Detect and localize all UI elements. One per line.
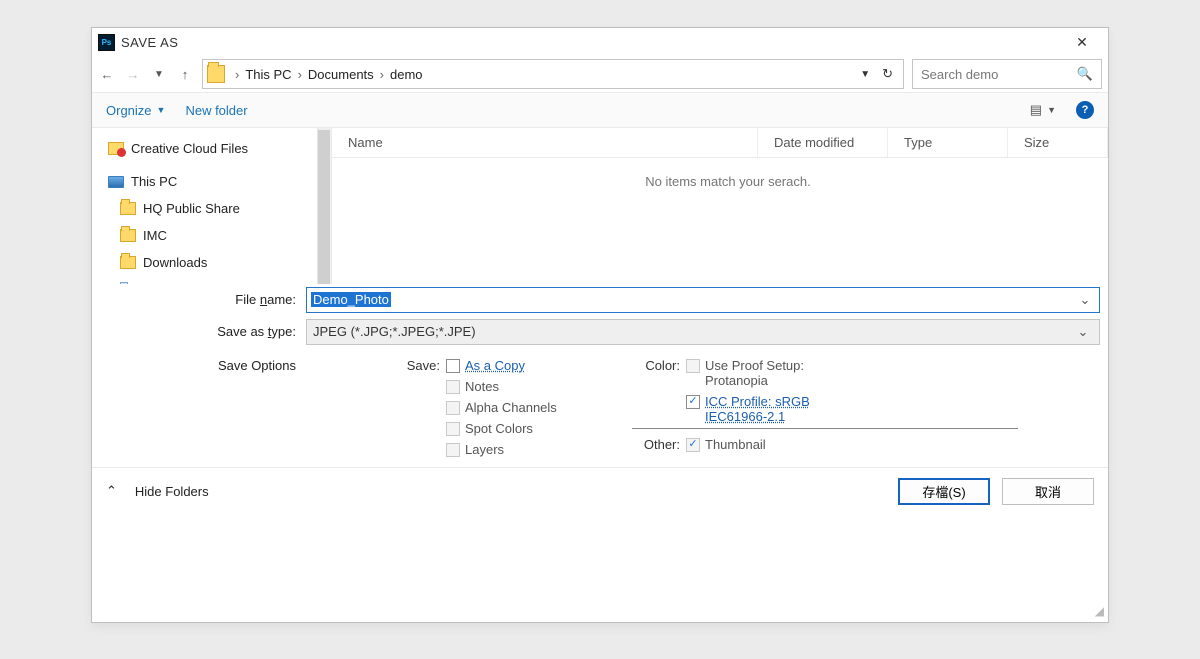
organize-button[interactable]: Orgnize ▼ bbox=[106, 103, 165, 118]
footer: ⌃ Hide Folders 存檔(S) 取消 bbox=[92, 467, 1108, 515]
tree-item-this-pc[interactable]: This PC bbox=[106, 171, 327, 192]
file-list: Name Date modified Type Size No items ma… bbox=[332, 128, 1108, 284]
search-input[interactable]: Search demo 🔍 bbox=[912, 59, 1102, 89]
save-options: Save Options Save: As a Copy Notes Alpha… bbox=[92, 348, 1108, 467]
caret-down-icon: ▼ bbox=[157, 105, 166, 115]
other-label: Other: bbox=[632, 437, 680, 452]
tree-item-documents[interactable]: Documents bbox=[106, 279, 327, 284]
titlebar: Ps SAVE AS ✕ bbox=[92, 28, 1108, 56]
nav-recent-dropdown[interactable]: ▼ bbox=[150, 65, 168, 83]
folder-icon bbox=[120, 256, 136, 269]
breadcrumb-segment[interactable]: Documents bbox=[308, 67, 374, 82]
chevron-up-icon: ⌃ bbox=[106, 483, 117, 499]
column-name[interactable]: Name bbox=[332, 128, 758, 157]
checkbox-proof-setup[interactable]: Use Proof Setup: Protanopia bbox=[686, 358, 865, 388]
checkbox-icc-profile[interactable]: ICC Profile: sRGB IEC61966-2.1 bbox=[686, 394, 865, 424]
column-date[interactable]: Date modified bbox=[758, 128, 888, 157]
filetype-row: Save as type: JPEG (*.JPG;*.JPEG;*.JPE) … bbox=[92, 316, 1108, 348]
folder-icon bbox=[120, 202, 136, 215]
filename-input[interactable]: Demo_Photo ⌄ bbox=[306, 287, 1100, 313]
nav-row: ← → ▼ ↑ › This PC › Documents › demo ▼ ↻… bbox=[92, 56, 1108, 92]
tree-item-creative-cloud[interactable]: Creative Cloud Files bbox=[106, 138, 327, 159]
search-icon: 🔍 bbox=[1077, 66, 1093, 82]
filetype-select[interactable]: JPEG (*.JPG;*.JPEG;*.JPE) ⌄ bbox=[306, 319, 1100, 345]
cancel-button[interactable]: 取消 bbox=[1002, 478, 1094, 505]
column-type[interactable]: Type bbox=[888, 128, 1008, 157]
folder-icon bbox=[120, 229, 136, 242]
filename-label: File name: bbox=[92, 292, 300, 307]
view-mode-button[interactable]: ▤ ▼ bbox=[1030, 102, 1056, 118]
breadcrumb-bar[interactable]: › This PC › Documents › demo ▼ ↻ bbox=[202, 59, 904, 89]
checkbox-layers[interactable]: Layers bbox=[446, 442, 504, 457]
pc-icon bbox=[108, 176, 124, 188]
hide-folders-button[interactable]: Hide Folders bbox=[135, 484, 209, 499]
chevron-right-icon: › bbox=[292, 67, 308, 82]
filename-value: Demo_Photo bbox=[311, 292, 391, 307]
checkbox-thumbnail[interactable]: Thumbnail bbox=[686, 437, 766, 452]
nav-up-button[interactable]: ↑ bbox=[176, 65, 194, 83]
filename-row: File name: Demo_Photo ⌄ bbox=[92, 284, 1108, 316]
chevron-right-icon: › bbox=[229, 67, 245, 82]
checkbox-as-a-copy[interactable]: As a Copy bbox=[446, 358, 525, 373]
creative-cloud-icon bbox=[108, 142, 124, 155]
main-area: Creative Cloud Files This PC HQ Public S… bbox=[92, 128, 1108, 284]
folder-icon bbox=[207, 65, 225, 83]
nav-back-button[interactable]: ← bbox=[98, 65, 116, 83]
caret-down-icon: ▼ bbox=[1047, 105, 1056, 115]
color-label: Color: bbox=[632, 358, 680, 373]
breadcrumb-segment[interactable]: This PC bbox=[245, 67, 291, 82]
help-button[interactable]: ? bbox=[1076, 101, 1094, 119]
filetype-value: JPEG (*.JPG;*.JPEG;*.JPE) bbox=[313, 324, 476, 339]
checkbox-notes[interactable]: Notes bbox=[446, 379, 499, 394]
search-placeholder: Search demo bbox=[921, 67, 998, 82]
folder-tree: Creative Cloud Files This PC HQ Public S… bbox=[92, 128, 332, 284]
refresh-button[interactable]: ↻ bbox=[882, 66, 893, 82]
save-label: Save: bbox=[392, 358, 440, 373]
column-headers: Name Date modified Type Size bbox=[332, 128, 1108, 158]
list-view-icon: ▤ bbox=[1030, 102, 1041, 118]
breadcrumb-dropdown[interactable]: ▼ bbox=[860, 69, 870, 80]
breadcrumb-segment[interactable]: demo bbox=[390, 67, 423, 82]
nav-forward-button[interactable]: → bbox=[124, 65, 142, 83]
empty-message: No items match your serach. bbox=[332, 158, 1108, 189]
tree-item-downloads[interactable]: Downloads bbox=[106, 252, 327, 273]
tree-item-imc[interactable]: IMC bbox=[106, 225, 327, 246]
toolbar: Orgnize ▼ New folder ▤ ▼ ? bbox=[92, 92, 1108, 128]
filetype-dropdown-icon: ⌄ bbox=[1073, 324, 1093, 340]
photoshop-icon: Ps bbox=[98, 34, 115, 51]
save-as-dialog: Ps SAVE AS ✕ ← → ▼ ↑ › This PC › Documen… bbox=[91, 27, 1109, 623]
filetype-label: Save as type: bbox=[92, 324, 300, 339]
chevron-right-icon: › bbox=[374, 67, 390, 82]
close-button[interactable]: ✕ bbox=[1062, 28, 1102, 56]
sidebar-scrollbar-track[interactable] bbox=[317, 128, 331, 284]
resize-grip[interactable]: ◢ bbox=[1095, 604, 1104, 618]
checkbox-spot-colors[interactable]: Spot Colors bbox=[446, 421, 533, 436]
column-size[interactable]: Size bbox=[1008, 128, 1108, 157]
save-button[interactable]: 存檔(S) bbox=[898, 478, 990, 505]
sidebar-scrollbar-thumb[interactable] bbox=[318, 130, 330, 284]
filename-dropdown[interactable]: ⌄ bbox=[1075, 292, 1095, 308]
checkbox-alpha-channels[interactable]: Alpha Channels bbox=[446, 400, 557, 415]
new-folder-button[interactable]: New folder bbox=[185, 103, 247, 118]
save-options-header: Save Options bbox=[92, 358, 300, 373]
tree-item-hq-public-share[interactable]: HQ Public Share bbox=[106, 198, 327, 219]
documents-icon bbox=[120, 282, 133, 284]
dialog-title: SAVE AS bbox=[121, 35, 178, 50]
